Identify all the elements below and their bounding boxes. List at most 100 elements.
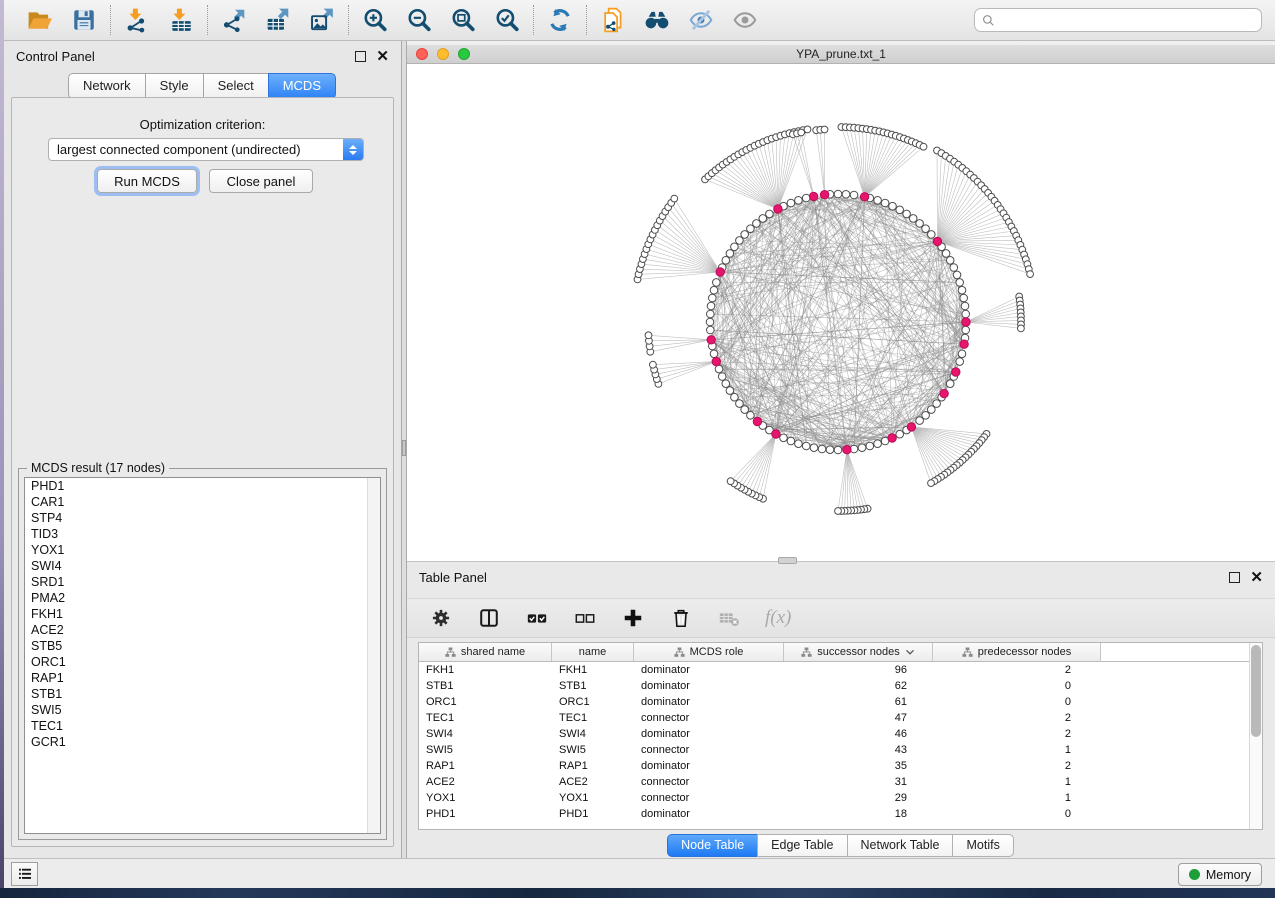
ring-node[interactable] xyxy=(874,197,882,205)
tab-node-table[interactable]: Node Table xyxy=(667,834,758,857)
ring-node[interactable] xyxy=(834,446,842,454)
ring-node[interactable] xyxy=(715,365,723,373)
ring-node[interactable] xyxy=(834,190,842,198)
ring-node[interactable] xyxy=(928,231,936,239)
ring-node[interactable] xyxy=(731,393,739,401)
table-row[interactable]: ACE2ACE2connector311 xyxy=(419,774,1262,790)
ring-node[interactable] xyxy=(810,444,818,452)
table-row[interactable]: SWI5SWI5connector431 xyxy=(419,742,1262,758)
tab-network[interactable]: Network xyxy=(68,73,146,99)
column-header-name[interactable]: name xyxy=(552,643,634,662)
satellite-node[interactable] xyxy=(920,143,927,150)
table-row[interactable]: STB1STB1dominator620 xyxy=(419,678,1262,694)
export-image-icon[interactable] xyxy=(308,6,336,34)
result-node[interactable]: STP4 xyxy=(25,510,380,526)
ring-node[interactable] xyxy=(722,380,730,388)
dominator-node[interactable] xyxy=(933,237,941,245)
ring-node[interactable] xyxy=(787,199,795,207)
satellite-node[interactable] xyxy=(727,478,734,485)
ring-node[interactable] xyxy=(795,440,803,448)
ring-node[interactable] xyxy=(726,387,734,395)
ring-node[interactable] xyxy=(866,442,874,450)
result-node[interactable]: GCR1 xyxy=(25,734,380,750)
dominator-node[interactable] xyxy=(707,336,715,344)
result-node[interactable]: ORC1 xyxy=(25,654,380,670)
satellite-node[interactable] xyxy=(821,126,828,133)
dominator-node[interactable] xyxy=(940,389,948,397)
ring-node[interactable] xyxy=(842,191,850,199)
ring-node[interactable] xyxy=(707,310,715,318)
dominator-node[interactable] xyxy=(843,446,851,454)
splitter-grip[interactable] xyxy=(402,440,406,456)
ring-node[interactable] xyxy=(889,202,897,210)
new-network-from-selection-icon[interactable] xyxy=(599,6,627,34)
ring-node[interactable] xyxy=(903,210,911,218)
ring-node[interactable] xyxy=(946,257,954,265)
satellite-node[interactable] xyxy=(1027,271,1034,278)
result-list-scrollbar[interactable] xyxy=(367,478,380,833)
ring-node[interactable] xyxy=(707,302,715,310)
table-settings-icon[interactable] xyxy=(429,606,453,630)
close-panel-button[interactable]: Close panel xyxy=(209,169,313,193)
result-node[interactable]: RAP1 xyxy=(25,670,380,686)
tab-style[interactable]: Style xyxy=(145,73,204,99)
ring-node[interactable] xyxy=(953,271,961,279)
import-network-icon[interactable] xyxy=(123,6,151,34)
satellite-node[interactable] xyxy=(671,195,678,202)
ring-node[interactable] xyxy=(726,250,734,258)
ring-node[interactable] xyxy=(802,194,810,202)
ring-node[interactable] xyxy=(710,350,718,358)
deselect-all-icon[interactable] xyxy=(573,606,597,630)
ring-node[interactable] xyxy=(753,220,761,228)
node-table[interactable]: shared namenameMCDS rolesuccessor nodesp… xyxy=(418,642,1263,830)
export-table-icon[interactable] xyxy=(264,6,292,34)
ring-node[interactable] xyxy=(780,434,788,442)
result-node[interactable]: STB1 xyxy=(25,686,380,702)
satellite-node[interactable] xyxy=(835,508,842,515)
ring-node[interactable] xyxy=(946,380,954,388)
ring-node[interactable] xyxy=(874,440,882,448)
ring-node[interactable] xyxy=(858,444,866,452)
result-node[interactable]: TEC1 xyxy=(25,718,380,734)
float-panel-icon[interactable] xyxy=(355,51,366,62)
dominator-node[interactable] xyxy=(753,417,761,425)
dominator-node[interactable] xyxy=(712,357,720,365)
ring-node[interactable] xyxy=(962,326,970,334)
dominator-node[interactable] xyxy=(860,193,868,201)
ring-node[interactable] xyxy=(960,294,968,302)
tab-select[interactable]: Select xyxy=(203,73,269,99)
network-window-titlebar[interactable]: YPA_prune.txt_1 xyxy=(407,45,1275,64)
column-header-predecessor-nodes[interactable]: predecessor nodes xyxy=(933,643,1101,662)
result-node[interactable]: STB5 xyxy=(25,638,380,654)
ring-node[interactable] xyxy=(896,430,904,438)
tab-edge-table[interactable]: Edge Table xyxy=(757,834,847,857)
ring-node[interactable] xyxy=(958,286,966,294)
ring-node[interactable] xyxy=(736,400,744,408)
ring-node[interactable] xyxy=(961,302,969,310)
ring-node[interactable] xyxy=(706,318,714,326)
result-node[interactable]: SWI4 xyxy=(25,558,380,574)
add-column-icon[interactable] xyxy=(621,606,645,630)
result-node[interactable]: ACE2 xyxy=(25,622,380,638)
dominator-node[interactable] xyxy=(716,268,724,276)
ring-node[interactable] xyxy=(710,286,718,294)
network-canvas[interactable] xyxy=(407,64,1275,561)
apply-layout-icon[interactable] xyxy=(546,6,574,34)
zoom-selected-icon[interactable] xyxy=(493,6,521,34)
zoom-fit-icon[interactable] xyxy=(449,6,477,34)
result-node[interactable]: PMA2 xyxy=(25,590,380,606)
column-header-MCDS-role[interactable]: MCDS role xyxy=(634,643,784,662)
dominator-node[interactable] xyxy=(888,434,896,442)
tab-network-table[interactable]: Network Table xyxy=(847,834,954,857)
satellite-node[interactable] xyxy=(1018,325,1025,332)
ring-node[interactable] xyxy=(759,215,767,223)
ring-node[interactable] xyxy=(722,257,730,265)
delete-row-icon[interactable] xyxy=(669,606,693,630)
ring-node[interactable] xyxy=(916,417,924,425)
result-node[interactable]: CAR1 xyxy=(25,494,380,510)
dominator-node[interactable] xyxy=(772,430,780,438)
ring-node[interactable] xyxy=(956,279,964,287)
import-table-icon[interactable] xyxy=(167,6,195,34)
task-history-button[interactable] xyxy=(11,862,38,886)
zoom-in-icon[interactable] xyxy=(361,6,389,34)
